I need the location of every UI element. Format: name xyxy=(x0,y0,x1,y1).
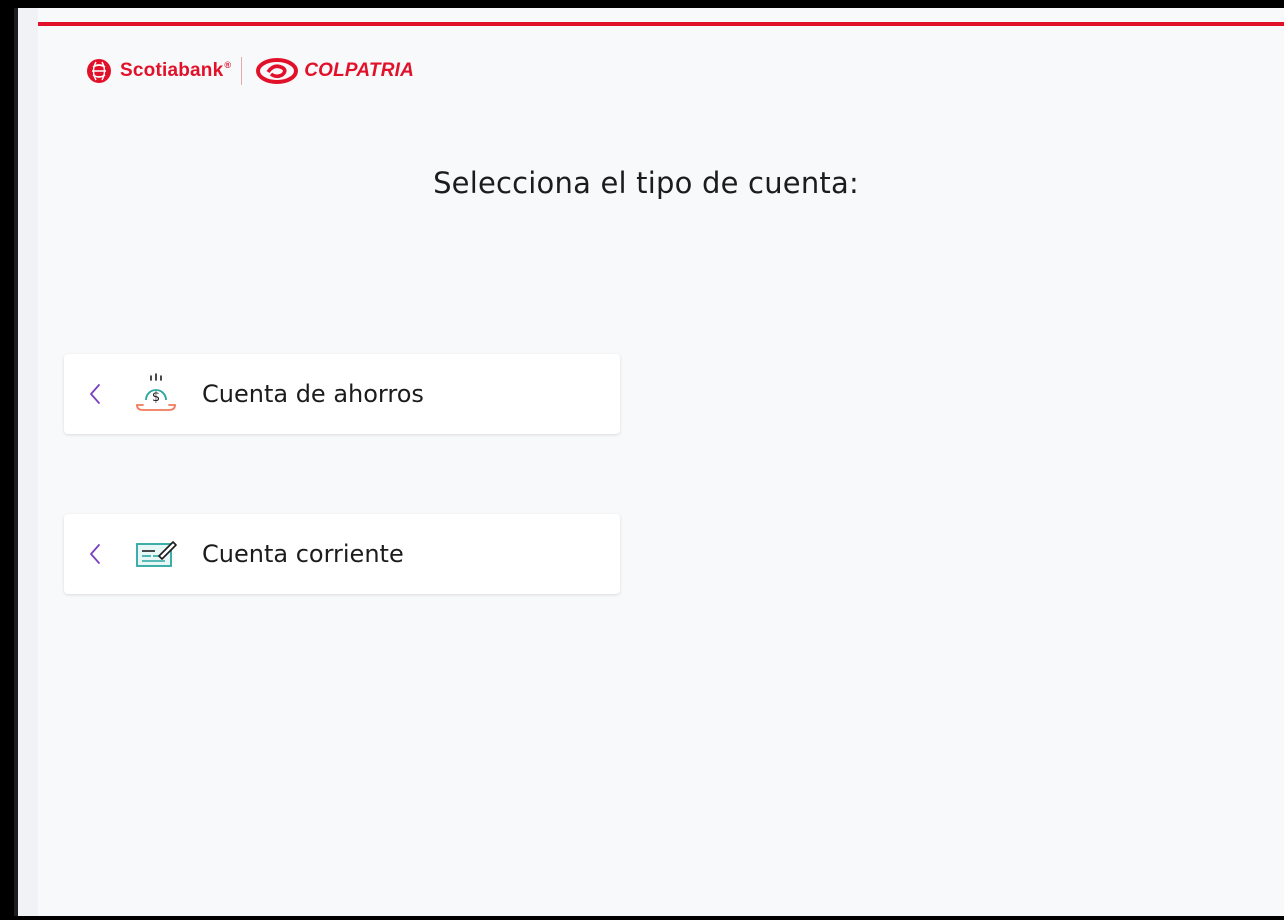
chevron-left-icon xyxy=(88,542,108,566)
colpatria-wordmark: COLPATRIA xyxy=(304,60,415,81)
option-label: Cuenta de ahorros xyxy=(202,380,424,408)
chevron-left-icon xyxy=(88,382,108,406)
registered-mark: ® xyxy=(224,60,232,70)
scotiabank-wordmark: Scotiabank xyxy=(120,60,224,81)
check-document-icon xyxy=(128,534,184,574)
option-cuenta-corriente[interactable]: Cuenta corriente xyxy=(64,514,620,594)
brand-logo: Scotiabank ® COLPATRIA xyxy=(86,56,414,86)
brand-top-bar xyxy=(38,22,1284,26)
device-frame: Scotiabank ® COLPATRIA Selecciona el tip… xyxy=(0,0,1284,920)
colpatria-swirl-icon xyxy=(256,58,299,84)
page-title: Selecciona el tipo de cuenta: xyxy=(433,166,859,200)
screen: Scotiabank ® COLPATRIA Selecciona el tip… xyxy=(14,8,1284,916)
colpatria-logo: COLPATRIA xyxy=(256,58,414,84)
app-content: Scotiabank ® COLPATRIA Selecciona el tip… xyxy=(38,8,1284,916)
svg-text:$: $ xyxy=(152,390,160,405)
option-label: Cuenta corriente xyxy=(202,540,404,568)
savings-coin-icon: $ xyxy=(128,372,184,416)
scotiabank-logo: Scotiabank ® xyxy=(86,58,231,84)
scotiabank-globe-icon xyxy=(87,59,111,83)
option-cuenta-ahorros[interactable]: $ Cuenta de ahorros xyxy=(64,354,620,434)
logo-divider xyxy=(241,57,243,85)
